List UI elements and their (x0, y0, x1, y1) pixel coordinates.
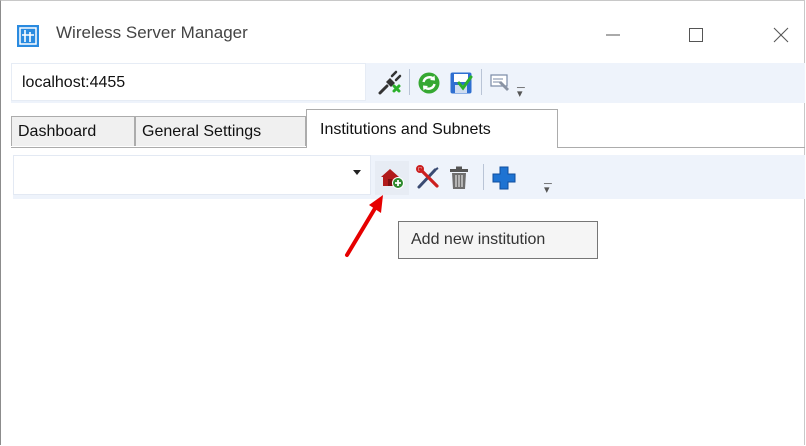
save-button[interactable] (447, 69, 475, 97)
plug-icon (378, 70, 402, 95)
tools-icon (490, 74, 509, 91)
refresh-button[interactable] (415, 69, 443, 97)
toolbar-separator (483, 164, 484, 190)
refresh-icon (418, 72, 440, 94)
maximize-icon (689, 28, 703, 42)
trash-icon (450, 166, 468, 189)
close-button[interactable] (761, 17, 801, 53)
minimize-icon (606, 34, 620, 36)
server-address-field[interactable]: localhost:4455 (11, 63, 366, 101)
window-title: Wireless Server Manager (56, 23, 248, 42)
toolbar-separator (481, 69, 482, 95)
connect-button[interactable] (375, 69, 405, 97)
delete-institution-button[interactable] (445, 163, 473, 193)
add-institution-button[interactable] (375, 161, 409, 195)
tools-button[interactable] (487, 71, 513, 95)
tab-institutions-and-subnets[interactable]: Institutions and Subnets (306, 109, 558, 148)
close-icon (773, 27, 789, 43)
institutions-toolbar: ─ ▾ (13, 155, 805, 199)
toolbar-overflow-icon[interactable]: ─ ▾ (544, 179, 552, 196)
save-icon (450, 72, 473, 94)
app-window: Wireless Server Manager localhost:4455 ─… (0, 0, 805, 445)
tab-strip: Dashboard General Settings Institutions … (11, 107, 805, 148)
app-icon (17, 25, 39, 47)
edit-institution-button[interactable] (413, 163, 443, 193)
annotation-arrow-icon (345, 195, 383, 257)
institution-select[interactable] (13, 155, 371, 195)
tooltip: Add new institution (398, 221, 598, 259)
tab-general-settings[interactable]: General Settings (135, 116, 306, 146)
title-bar: Wireless Server Manager (1, 1, 804, 59)
toolbar-overflow-icon[interactable]: ─ ▾ (517, 83, 525, 100)
wrench-screwdriver-icon (416, 165, 439, 189)
maximize-button[interactable] (676, 17, 716, 53)
house-add-icon (381, 169, 404, 189)
minimize-button[interactable] (593, 17, 633, 53)
tab-dashboard[interactable]: Dashboard (11, 116, 135, 146)
toolbar-separator (409, 69, 410, 95)
server-toolbar: localhost:4455 ─ ▾ (11, 63, 805, 103)
add-button[interactable] (489, 163, 519, 193)
chevron-down-icon[interactable] (353, 170, 361, 175)
plus-icon (492, 166, 516, 190)
